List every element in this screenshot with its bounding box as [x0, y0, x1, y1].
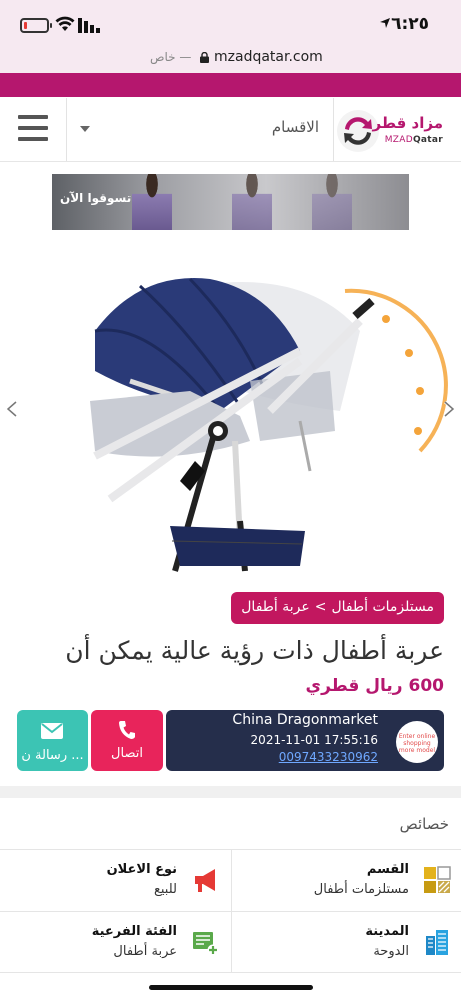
categories-label: الاقسام	[271, 118, 319, 136]
breadcrumb-parent[interactable]: مستلزمات أطفال	[331, 599, 434, 615]
stroller-image	[90, 277, 448, 572]
megaphone-icon	[195, 869, 215, 892]
seller-phone[interactable]: 0097433230962	[279, 750, 378, 764]
signal-icon	[78, 18, 100, 33]
logo-english: MZADQatar	[384, 135, 443, 145]
breadcrumb-separator: >	[314, 599, 327, 615]
logo-arabic: مزاد قطر	[372, 114, 443, 132]
property-label: نوع الاعلان	[106, 862, 177, 877]
categories-dropdown[interactable]: الاقسام	[66, 98, 333, 161]
call-button[interactable]: اتصال	[91, 710, 163, 771]
product-title: عربة أطفال ذات رؤية عالية يمكن أن	[65, 636, 444, 665]
ad-datetime: 2021-11-01 17:55:16	[250, 733, 378, 747]
banner-model-image	[232, 174, 272, 230]
category-icon	[424, 866, 451, 893]
product-price: 600 ريال قطري	[305, 676, 445, 696]
banner-model-image	[312, 174, 352, 230]
property-value: عربة أطفال	[113, 944, 177, 959]
status-bar: ٦:٢٥	[0, 0, 461, 46]
battery-icon	[20, 18, 52, 33]
property-category: القسم مستلزمات أطفال	[232, 850, 461, 911]
seller-logo: Enter online shopping more model	[396, 721, 438, 763]
chevron-down-icon	[80, 126, 90, 132]
ad-banner[interactable]: تسوقوا الآن	[52, 174, 409, 230]
home-indicator[interactable]	[149, 985, 313, 990]
banner-text: تسوقوا الآن	[60, 191, 132, 205]
seller-card[interactable]: Enter online shopping more model China D…	[166, 710, 444, 771]
property-ad-type: نوع الاعلان للبيع	[0, 850, 229, 911]
section-divider	[0, 786, 461, 798]
lock-icon	[200, 52, 209, 63]
banner-model-image	[132, 174, 172, 230]
properties-title: خصائص	[399, 815, 449, 833]
subcategory-icon	[193, 932, 219, 956]
chevron-right-icon[interactable]	[441, 400, 457, 418]
property-value: مستلزمات أطفال	[313, 882, 409, 897]
page: ٦:٢٥ خاص — mzadqatar.com مزاد قطر MZADQa…	[0, 0, 461, 1000]
property-value: للبيع	[153, 882, 177, 897]
location-icon	[380, 18, 390, 28]
breadcrumb[interactable]: مستلزمات أطفال> عربة أطفال	[231, 592, 444, 624]
property-city: المدينة الدوحة	[232, 912, 461, 973]
divider	[66, 98, 67, 161]
call-label: اتصال	[111, 746, 143, 761]
site-header: مزاد قطر MZADQatar الاقسام	[0, 98, 461, 162]
product-image-carousel[interactable]	[0, 241, 461, 575]
hamburger-icon[interactable]	[18, 115, 48, 141]
property-label: المدينة	[365, 924, 409, 939]
breadcrumb-current[interactable]: عربة أطفال	[241, 599, 309, 615]
phone-icon	[119, 721, 135, 739]
property-subcategory: الفئة الفرعية عربة أطفال	[0, 912, 229, 973]
url-text: mzadqatar.com	[214, 49, 323, 65]
private-label: خاص —	[150, 50, 192, 64]
wifi-icon	[55, 16, 75, 31]
divider	[333, 98, 334, 161]
property-label: القسم	[366, 862, 409, 877]
status-time: ٦:٢٥	[391, 14, 429, 34]
seller-name: China Dragonmarket	[232, 712, 378, 728]
brand-bar	[0, 73, 461, 97]
address-bar[interactable]: خاص — mzadqatar.com	[0, 46, 461, 73]
chevron-left-icon[interactable]	[4, 400, 20, 418]
envelope-icon	[41, 723, 63, 739]
property-label: الفئة الفرعية	[91, 924, 177, 939]
site-logo[interactable]: مزاد قطر MZADQatar	[336, 105, 453, 157]
message-label: رسالة ن ...	[21, 748, 84, 763]
message-button[interactable]: رسالة ن ...	[17, 710, 88, 771]
city-icon	[426, 930, 448, 955]
property-value: الدوحة	[373, 944, 409, 959]
